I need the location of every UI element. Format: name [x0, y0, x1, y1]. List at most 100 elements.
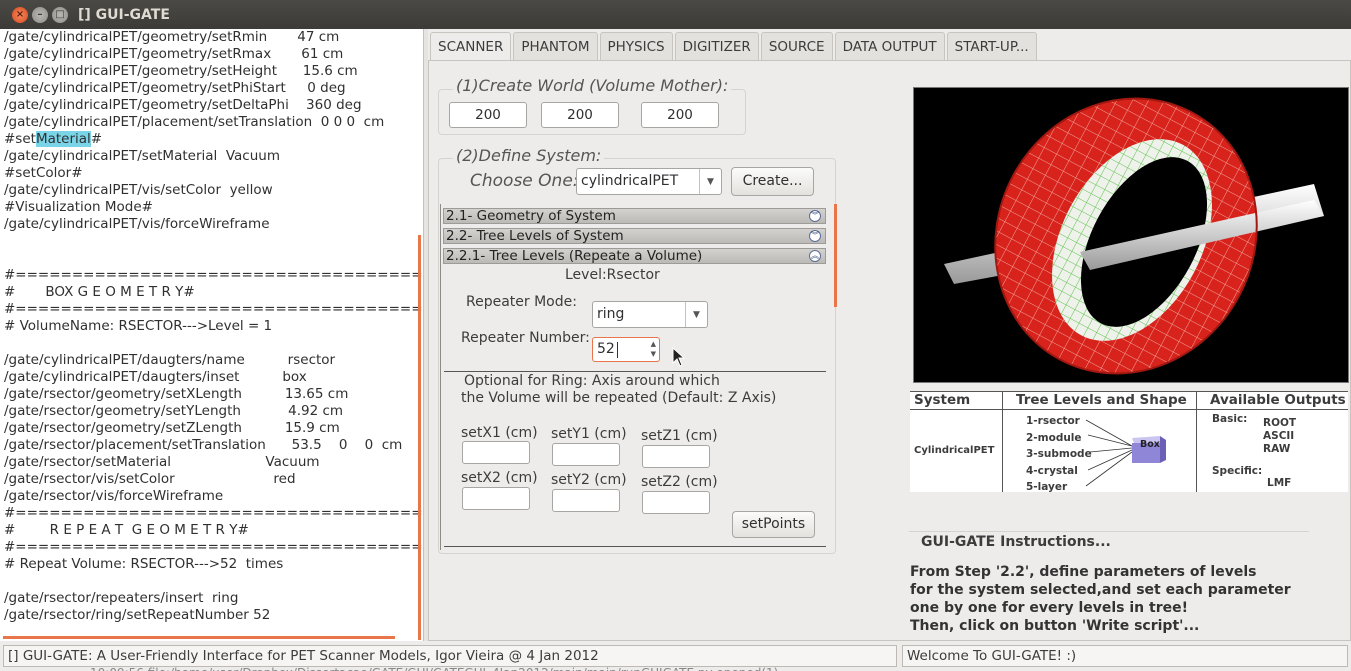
script-line: /gate/cylindricalPET/geometry/setPhiStar… — [4, 80, 346, 96]
legend-specific-label: Specific: — [1212, 465, 1263, 477]
script-line: /gate/cylindricalPET/geometry/setHeight … — [4, 63, 358, 79]
repeater-number-stepper[interactable]: 52 ▲ ▼ — [592, 337, 660, 362]
legend-shape: Box — [1140, 439, 1160, 450]
status-message: [] GUI-GATE: A User-Friendly Interface f… — [3, 645, 897, 667]
sety2-input[interactable] — [552, 489, 620, 512]
choose-one-label: Choose One: — [470, 171, 579, 191]
scanner-3d-preview — [913, 87, 1349, 383]
legend-output: RAW — [1263, 443, 1291, 455]
setz1-label: setZ1 (cm) — [641, 428, 718, 444]
legend-system-name: CylindricalPET — [914, 445, 995, 456]
tab-data-output[interactable]: DATA OUTPUT — [834, 32, 945, 60]
legend-basic-label: Basic: — [1212, 413, 1248, 425]
tab-phantom[interactable]: PHANTOM — [513, 32, 598, 60]
text-cursor — [617, 342, 618, 358]
window-title: [] GUI-GATE — [78, 6, 170, 23]
script-line — [0, 573, 423, 590]
setx2-input[interactable] — [462, 487, 530, 510]
world-section-title: (1)Create World (Volume Mother): — [453, 76, 732, 95]
script-line: #=======================================… — [4, 301, 423, 317]
maximize-window-button[interactable]: □ — [52, 6, 68, 23]
script-line: /gate/rsector/ring/setRepeatNumber 52 — [4, 607, 271, 623]
instructions-title: GUI-GATE Instructions... — [909, 531, 1309, 550]
instructions-panel: GUI-GATE Instructions... From Step '2.2'… — [909, 531, 1309, 634]
script-line: #=======================================… — [4, 267, 423, 283]
script-line — [0, 335, 423, 352]
script-line: /gate/cylindricalPET/setMaterial Vacuum — [4, 148, 280, 164]
script-line: /gate/rsector/vis/forceWireframe — [4, 488, 224, 504]
accordion-scrollbar[interactable] — [834, 204, 837, 307]
legend-basic-list: ROOT ASCII RAW — [1263, 417, 1296, 456]
divider — [444, 371, 826, 372]
tab-scanner[interactable]: SCANNER — [430, 32, 512, 61]
level-label: Level:Rsector — [565, 267, 660, 283]
sety1-label: setY1 (cm) — [551, 426, 627, 442]
script-line: /gate/cylindricalPET/daugters/name rsect… — [4, 352, 336, 368]
script-line: /gate/rsector/placement/setTranslation 5… — [4, 437, 403, 453]
system-select-value: cylindricalPET — [581, 173, 679, 189]
accordion-tree-levels[interactable]: 2.2- Tree Levels of System ︾ — [443, 228, 826, 244]
chevron-down-icon: ︾ — [809, 230, 821, 242]
divider — [1002, 392, 1003, 492]
status-bar: [] GUI-GATE: A User-Friendly Interface f… — [0, 645, 1351, 671]
chevron-down-icon: ▼ — [699, 169, 721, 194]
sety2-label: setY2 (cm) — [551, 472, 627, 488]
setz2-input[interactable] — [642, 491, 710, 514]
script-line: /gate/rsector/geometry/setZLength 15.9 c… — [4, 420, 340, 436]
world-x-input[interactable]: 200 — [449, 102, 527, 128]
optional-axis-text-2: the Volume will be repeated (Default: Z … — [461, 390, 777, 406]
title-bar: × – □ [] GUI-GATE — [0, 0, 1351, 29]
create-system-button[interactable]: Create... — [731, 167, 814, 196]
script-lines: /gate/cylindricalPET/geometry/setRmin 47… — [0, 29, 423, 624]
system-legend-table: System Tree Levels and Shape Available O… — [910, 391, 1348, 493]
script-line: #setMaterial# — [4, 131, 103, 147]
accordion-item-label: 2.2.1- Tree Levels (Repeate a Volume) — [446, 248, 703, 264]
instructions-line: one by one for every levels in tree! — [910, 600, 1188, 616]
chevron-down-icon: ▼ — [685, 302, 707, 327]
chevron-up-icon: ︽ — [809, 250, 821, 262]
divider — [910, 409, 1348, 410]
legend-col-system: System — [914, 392, 971, 408]
tab-digitizer[interactable]: DIGITIZER — [674, 32, 759, 60]
system-select[interactable]: cylindricalPET ▼ — [576, 168, 722, 195]
accordion-repeate-volume[interactable]: 2.2.1- Tree Levels (Repeate a Volume) ︽ — [443, 248, 826, 264]
script-line: /gate/cylindricalPET/vis/setColor yellow — [4, 182, 273, 198]
setx1-input[interactable] — [462, 441, 530, 464]
setx2-label: setX2 (cm) — [461, 470, 538, 486]
tab-source[interactable]: SOURCE — [760, 32, 833, 60]
close-window-button[interactable]: × — [12, 6, 28, 23]
setx1-label: setX1 (cm) — [461, 425, 538, 441]
script-line: /gate/rsector/repeaters/insert ring — [4, 590, 239, 606]
legend-col-outputs: Available Outputs — [1210, 392, 1346, 408]
script-editor[interactable]: /gate/cylindricalPET/geometry/setRmin 47… — [0, 29, 424, 641]
repeater-number-label: Repeater Number: — [461, 330, 590, 346]
instructions-line: for the system selected,and set each par… — [910, 582, 1291, 598]
world-z-input[interactable]: 200 — [641, 102, 719, 128]
world-y-input[interactable]: 200 — [541, 102, 619, 128]
setz1-input[interactable] — [642, 445, 710, 468]
legend-specific-output: LMF — [1267, 477, 1292, 489]
instructions-body: From Step '2.2', define parameters of le… — [910, 563, 1291, 635]
script-horizontal-scrollbar[interactable] — [3, 636, 395, 639]
repeater-mode-value: ring — [597, 306, 625, 322]
accordion-item-label: 2.2- Tree Levels of System — [446, 228, 624, 244]
setpoints-button[interactable]: setPoints — [732, 511, 815, 538]
repeater-mode-select[interactable]: ring ▼ — [592, 301, 708, 328]
tab-physics[interactable]: PHYSICS — [599, 32, 673, 60]
script-line — [0, 250, 423, 267]
accordion-geometry-of-system[interactable]: 2.1- Geometry of System ︾ — [443, 208, 826, 224]
script-line: /gate/rsector/geometry/setXLength 13.65 … — [4, 386, 349, 402]
main-tabs: SCANNER PHANTOM PHYSICS DIGITIZER SOURCE… — [430, 32, 1039, 61]
status-welcome: Welcome To GUI-GATE! :) — [902, 645, 1348, 667]
tab-start-up[interactable]: START-UP... — [946, 32, 1037, 60]
script-line: # R E P E A T G E O M E T R Y# — [4, 522, 249, 538]
instructions-line: Then, click on button 'Write script'... — [910, 618, 1200, 634]
sety1-input[interactable] — [552, 443, 620, 466]
minimize-window-button[interactable]: – — [32, 6, 48, 23]
system-section-title: (2)Define System: — [453, 146, 605, 165]
stepper-arrows-icon[interactable]: ▲ ▼ — [651, 339, 656, 359]
script-vertical-scrollbar[interactable] — [418, 235, 421, 640]
script-line: /gate/cylindricalPET/placement/setTransl… — [4, 114, 385, 130]
mouse-pointer-icon — [672, 347, 686, 367]
script-line: /gate/cylindricalPET/vis/forceWireframe — [4, 216, 270, 232]
